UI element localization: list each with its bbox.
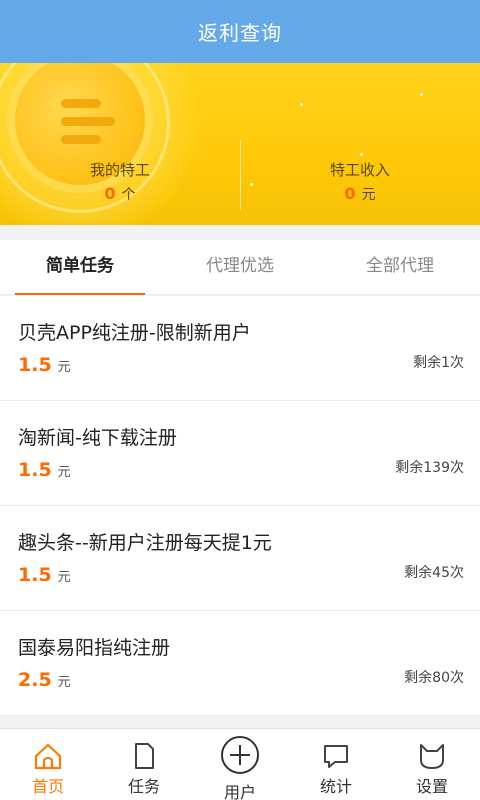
remaining-count: 剩余1次 (413, 355, 464, 371)
list-item[interactable]: 趣头条--新用户注册每天提1元 1.5 元 剩余45次 (0, 506, 480, 611)
my-agents-label: 我的特工 (89, 161, 150, 179)
bottom-nav: 首页 任务 用户 统计 设置 (0, 728, 480, 800)
task-reward: 1.5 元 (18, 564, 71, 586)
tab-agent-picks[interactable]: 代理优选 (160, 240, 320, 294)
top-bar: 返利查询 (0, 0, 480, 63)
task-title: 国泰易阳指纯注册 (18, 637, 171, 659)
cat-icon (420, 744, 444, 769)
task-reward: 1.5 元 (18, 354, 71, 376)
page-title: 返利查询 (198, 21, 282, 45)
my-agents-count: 0 (104, 184, 116, 203)
task-tabs: 简单任务 代理优选 全部代理 (0, 240, 480, 295)
reward-amount: 1.5 (18, 354, 52, 376)
list-item[interactable]: 贝壳APP纯注册-限制新用户 1.5 元 剩余1次 (0, 296, 480, 401)
nav-tasks-label: 任务 (127, 777, 160, 796)
task-title: 贝壳APP纯注册-限制新用户 (18, 322, 251, 344)
agent-income-unit: 元 (361, 187, 376, 203)
nav-stats[interactable]: 统计 (288, 729, 384, 800)
task-title: 淘新闻-纯下载注册 (18, 427, 177, 449)
nav-home-label: 首页 (31, 777, 64, 796)
agent-income-stat[interactable]: 特工收入 0元 (240, 160, 480, 216)
list-item[interactable]: 国泰易阳指纯注册 2.5 元 剩余80次 (0, 611, 480, 716)
agent-income-label: 特工收入 (329, 161, 390, 179)
reward-unit: 元 (57, 465, 71, 480)
task-reward: 1.5 元 (18, 459, 71, 481)
tab-all-agents[interactable]: 全部代理 (320, 240, 480, 294)
remaining-count: 剩余139次 (395, 460, 464, 476)
nav-users[interactable]: 用户 (192, 729, 288, 800)
reward-unit: 元 (57, 360, 71, 375)
reward-amount: 1.5 (18, 564, 52, 586)
document-icon (135, 743, 154, 769)
plus-circle-icon (221, 736, 259, 774)
tab-simple-tasks[interactable]: 简单任务 (0, 240, 160, 295)
reward-unit: 元 (57, 570, 71, 585)
reward-amount: 1.5 (18, 459, 52, 481)
nav-settings-label: 设置 (415, 777, 448, 796)
reward-amount: 2.5 (18, 669, 52, 691)
remaining-count: 剩余45次 (404, 565, 464, 581)
reward-unit: 元 (57, 675, 71, 690)
task-title: 趣头条--新用户注册每天提1元 (18, 532, 272, 554)
nav-settings[interactable]: 设置 (384, 729, 480, 800)
task-list: 贝壳APP纯注册-限制新用户 1.5 元 剩余1次 淘新闻-纯下载注册 1.5 元 … (0, 296, 480, 716)
agent-income-amount: 0 (344, 184, 356, 203)
nav-tasks[interactable]: 任务 (96, 729, 192, 800)
my-agents-stat[interactable]: 我的特工 0个 (0, 160, 240, 216)
remaining-count: 剩余80次 (404, 670, 464, 686)
my-agents-unit: 个 (121, 187, 136, 203)
list-item[interactable]: 淘新闻-纯下载注册 1.5 元 剩余139次 (0, 401, 480, 506)
home-icon (34, 743, 62, 770)
nav-home[interactable]: 首页 (0, 729, 96, 800)
nav-users-label: 用户 (223, 783, 256, 800)
nav-stats-label: 统计 (319, 777, 352, 796)
summary-stats: 我的特工 0个 特工收入 0元 (0, 160, 480, 216)
chat-bubble-icon (324, 745, 348, 768)
task-reward: 2.5 元 (18, 669, 71, 691)
